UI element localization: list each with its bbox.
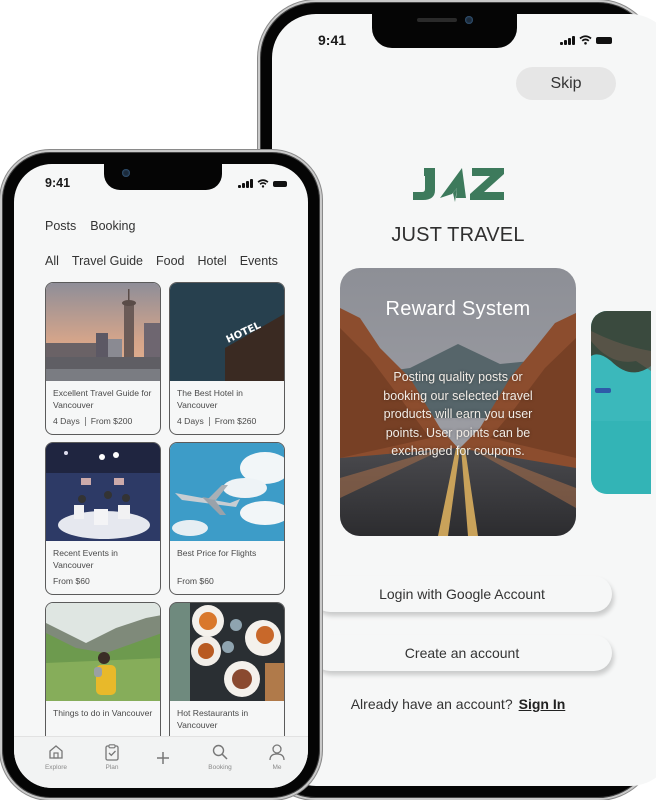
- signin-link[interactable]: Sign In: [519, 696, 566, 712]
- card-meta: 4 Days From $260: [177, 416, 256, 426]
- card-meta: From $60: [53, 576, 90, 586]
- card-price: From $60: [177, 576, 214, 586]
- card-meta: From $60: [177, 576, 214, 586]
- food-table-image: [170, 603, 284, 701]
- tab-posts[interactable]: Posts: [45, 219, 76, 233]
- post-card[interactable]: Best Price for Flights From $60: [169, 442, 285, 595]
- top-tabs: Posts Booking: [45, 219, 135, 233]
- post-card[interactable]: Excellent Travel Guide for Vancouver 4 D…: [45, 282, 161, 435]
- reward-system-slide[interactable]: Reward System Posting quality posts or b…: [340, 268, 576, 536]
- cellular-signal-icon: [560, 35, 575, 45]
- card-title: Recent Events in Vancouver: [53, 548, 118, 570]
- post-grid: Excellent Travel Guide for Vancouver 4 D…: [45, 282, 285, 755]
- tab-label: Plan: [105, 764, 119, 771]
- wifi-icon: [257, 179, 269, 188]
- create-account-button[interactable]: Create an account: [312, 635, 612, 671]
- bottom-tab-bar: Explore Plan Booking Me: [14, 736, 308, 788]
- phone-frame-explore: 9:41 Posts Booking All Travel Guide Food…: [0, 150, 322, 800]
- vancouver-skyline-image: [46, 283, 160, 381]
- speaker-grille: [417, 18, 457, 22]
- tab-me[interactable]: Me: [257, 743, 297, 771]
- card-title: Best Price for Flights: [177, 548, 257, 558]
- category-all[interactable]: All: [45, 254, 59, 268]
- category-hotel[interactable]: Hotel: [198, 254, 227, 268]
- card-days: 4 Days: [53, 416, 80, 426]
- category-events[interactable]: Events: [240, 254, 278, 268]
- brand-name: JUST TRAVEL: [391, 224, 525, 246]
- turquoise-water-image: [591, 311, 651, 494]
- tab-label: Me: [272, 764, 282, 771]
- category-travel-guide[interactable]: Travel Guide: [72, 254, 143, 268]
- airplane-image: [170, 443, 284, 541]
- hiker-image: [46, 603, 160, 701]
- notch: [372, 14, 517, 48]
- front-camera: [122, 169, 130, 177]
- hotel-sign-image: HOTEL: [170, 283, 284, 381]
- card-days: 4 Days: [177, 416, 204, 426]
- tab-booking-nav[interactable]: Booking: [200, 743, 240, 771]
- search-icon: [212, 744, 228, 760]
- tab-label: Booking: [208, 764, 232, 771]
- slide-description: Posting quality posts or booking our sel…: [383, 370, 533, 458]
- google-login-button[interactable]: Login with Google Account: [312, 576, 612, 612]
- post-card[interactable]: Hot Restaurants in Vancouver From $60: [169, 602, 285, 755]
- card-title: Hot Restaurants in Vancouver: [177, 708, 249, 730]
- card-price: From $260: [214, 416, 257, 426]
- slide-title: Reward System: [385, 298, 531, 320]
- category-filters: All Travel Guide Food Hotel Events: [45, 254, 278, 268]
- cellular-signal-icon: [238, 179, 253, 188]
- post-card[interactable]: Things to do in Vancouver From $60: [45, 602, 161, 755]
- card-meta: 4 Days From $200: [53, 416, 132, 426]
- signin-prompt: Already have an account?: [350, 696, 513, 712]
- status-time: 9:41: [318, 32, 347, 48]
- next-slide-preview[interactable]: [591, 311, 651, 494]
- tab-plan[interactable]: Plan: [92, 743, 132, 771]
- skip-button[interactable]: Skip: [516, 67, 616, 100]
- card-price: From $200: [90, 416, 133, 426]
- status-time: 9:41: [45, 176, 71, 190]
- post-card[interactable]: HOTEL The Best Hotel in Vancouver 4 Days…: [169, 282, 285, 435]
- tab-explore[interactable]: Explore: [36, 743, 76, 771]
- divider: [84, 416, 86, 426]
- home-icon: [49, 745, 63, 759]
- card-title: The Best Hotel in Vancouver: [177, 388, 243, 410]
- signin-row: Already have an account? Sign In: [272, 696, 644, 712]
- clipboard-check-icon: [105, 743, 119, 761]
- onboarding-screen: 9:41 Skip JUST TRAVEL Reward System Post…: [272, 14, 656, 786]
- front-camera: [465, 16, 473, 24]
- card-price: From $60: [53, 576, 90, 586]
- wifi-icon: [579, 35, 592, 45]
- notch: [104, 164, 222, 190]
- card-title: Excellent Travel Guide for Vancouver: [53, 388, 152, 410]
- category-food[interactable]: Food: [156, 254, 185, 268]
- jaz-logo: [413, 168, 504, 202]
- post-card[interactable]: Recent Events in Vancouver From $60: [45, 442, 161, 595]
- conference-image: [46, 443, 160, 541]
- divider: [208, 416, 210, 426]
- user-icon: [269, 743, 285, 760]
- battery-icon: [273, 180, 287, 187]
- plus-icon: [157, 752, 169, 764]
- tab-label: Explore: [44, 764, 68, 771]
- card-title: Things to do in Vancouver: [53, 708, 153, 718]
- create-post-button[interactable]: [143, 749, 183, 767]
- explore-screen: 9:41 Posts Booking All Travel Guide Food…: [14, 164, 308, 788]
- tab-booking[interactable]: Booking: [90, 219, 135, 233]
- battery-icon: [596, 36, 612, 44]
